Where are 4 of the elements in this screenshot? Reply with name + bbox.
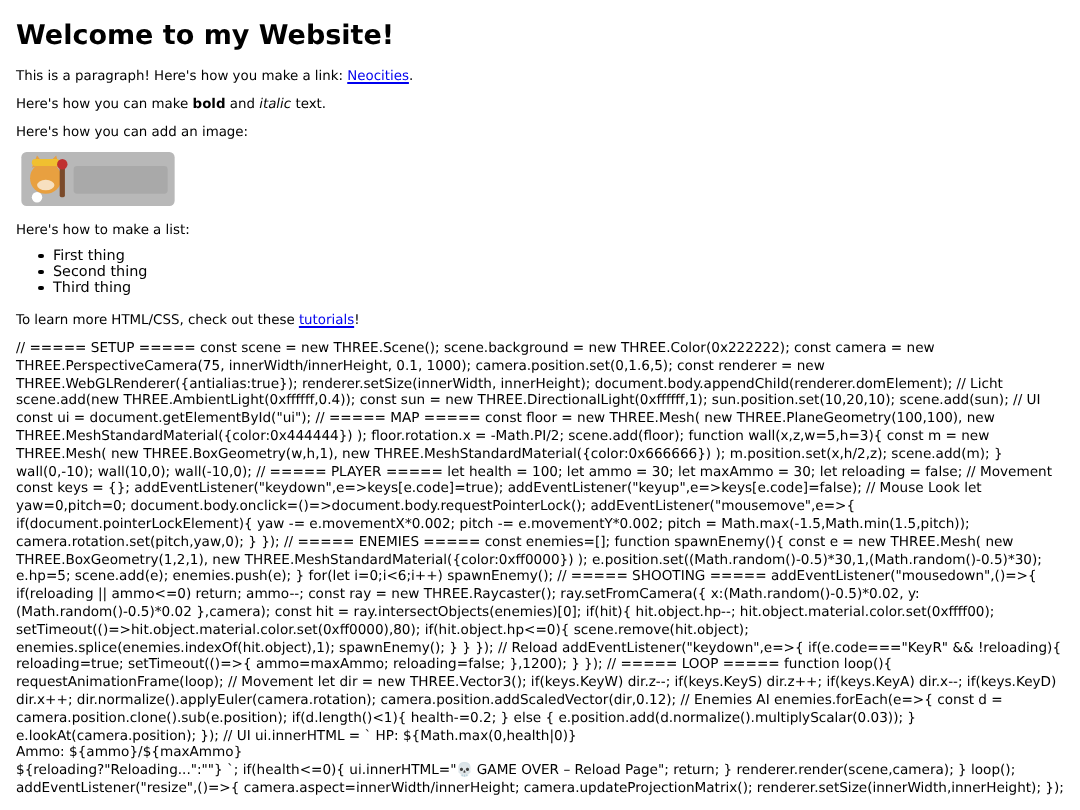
bullet-icon [38, 269, 43, 275]
bullet-icon [38, 285, 43, 291]
page-heading: Welcome to my Website! [16, 18, 397, 56]
bullet-icon [38, 253, 43, 259]
